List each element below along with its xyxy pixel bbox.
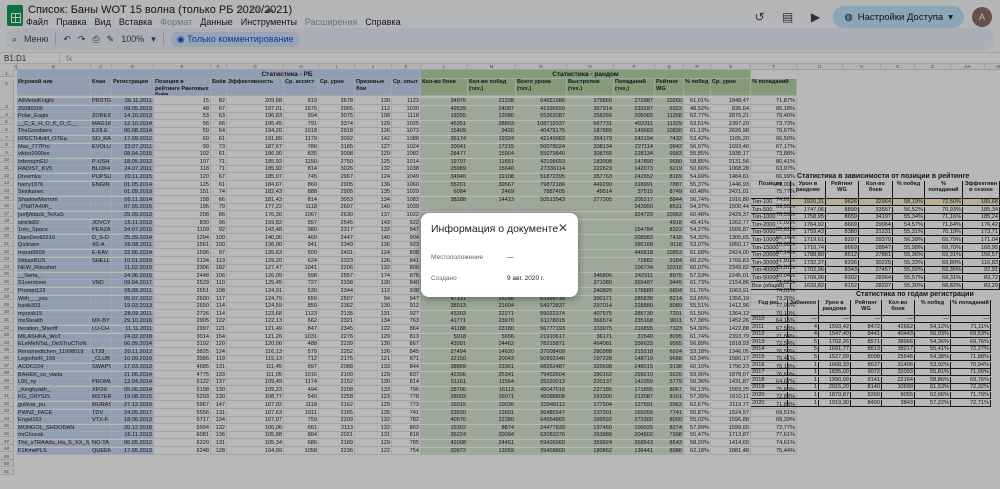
close-icon[interactable]: ✕ [558, 221, 568, 235]
location-label: Местоположение [431, 254, 484, 261]
dialog-title: Информация о документе [431, 223, 559, 235]
created-label: Создано [431, 275, 457, 282]
location-value: — [507, 254, 514, 261]
created-value: 9 авг. 2020 г. [507, 275, 545, 282]
document-info-dialog: Информация о документе ✕ Местоположение … [421, 213, 578, 297]
